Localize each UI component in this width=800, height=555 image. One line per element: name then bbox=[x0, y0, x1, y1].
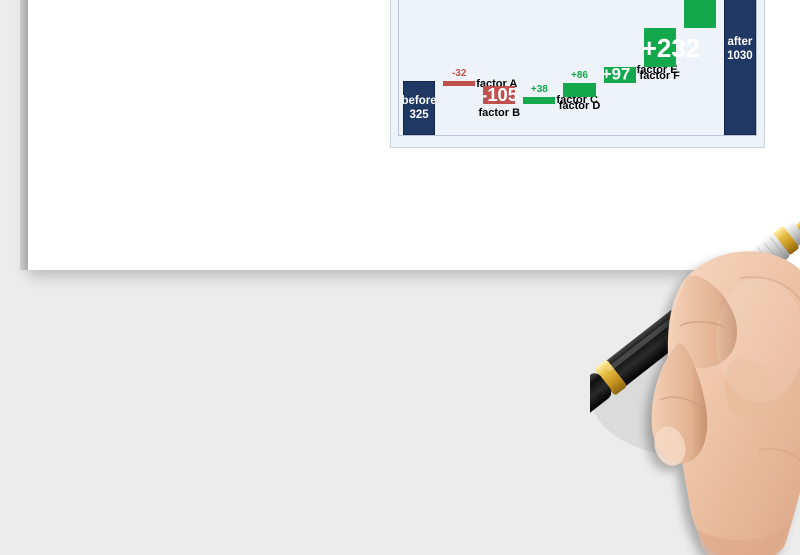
chart-bar-before[interactable]: before 325 bbox=[401, 80, 437, 135]
chart-value-label: +38 bbox=[530, 84, 548, 96]
chart-value-label: -32 bbox=[451, 67, 467, 79]
chart-value-label: -105 bbox=[481, 83, 518, 105]
chart-value-label: +86 bbox=[571, 70, 588, 82]
chart-value-label: +232 bbox=[641, 32, 701, 63]
chart-category-label: factor B bbox=[478, 106, 521, 119]
chart-category-label: factor F bbox=[639, 69, 680, 82]
chart-bar-factor-c[interactable] bbox=[523, 97, 556, 104]
chart-bar-factor-g[interactable] bbox=[683, 0, 716, 29]
hand bbox=[651, 251, 800, 555]
bar-total-label: before bbox=[401, 94, 437, 107]
bar-total-label: after bbox=[727, 35, 753, 48]
chart-bar-factor-d[interactable] bbox=[563, 83, 596, 98]
chart-category-label: factor D bbox=[558, 100, 601, 113]
bar-total-value: 1030 bbox=[727, 50, 753, 63]
waterfall-chart-panel[interactable]: before 325 -32 factor A -105 factor B +38 facto… bbox=[390, 0, 765, 148]
chart-value-label: +97 bbox=[601, 64, 631, 84]
chart-plot-area: before 325 -32 factor A -105 factor B +38 facto… bbox=[398, 0, 757, 136]
bar-total-value: 325 bbox=[409, 108, 429, 121]
chart-bar-factor-a[interactable] bbox=[443, 80, 476, 87]
chart-bar-after[interactable]: after 1030 bbox=[723, 0, 756, 135]
document-left-edge bbox=[20, 0, 28, 270]
